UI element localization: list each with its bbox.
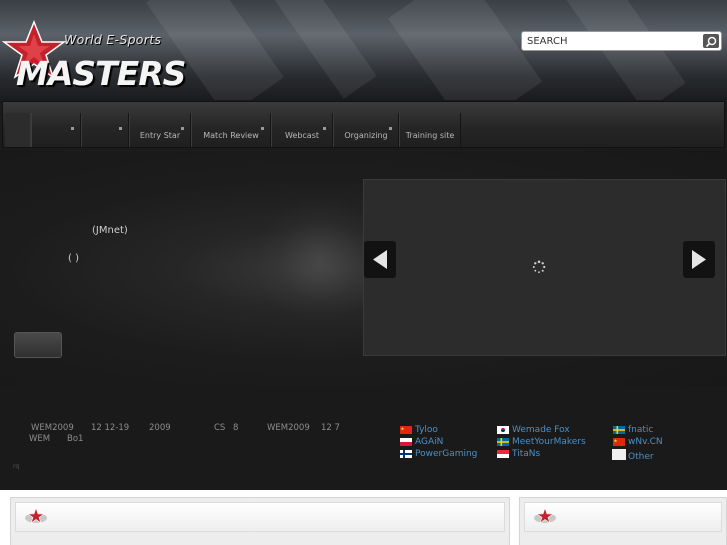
team-link-wemade-fox[interactable]: Wemade Fox — [512, 425, 570, 435]
star-logo-icon — [25, 507, 47, 524]
finland-flag-icon — [400, 450, 412, 458]
team-link-wnv-cn[interactable]: wNv.CN — [628, 437, 663, 447]
team-link-meetyourmakers[interactable]: MeetYourMakers — [512, 437, 586, 447]
news-text: WEM2009 — [31, 423, 74, 433]
blank-flag-icon — [612, 449, 626, 460]
logo-wordmark: MASTERS — [16, 54, 186, 93]
dropdown-indicator-icon — [71, 127, 74, 130]
nav-item-label: Entry Star — [139, 131, 181, 140]
loading-spinner-icon — [532, 260, 546, 274]
nav-item-label: Webcast — [284, 131, 320, 140]
arrow-right-icon — [692, 250, 706, 269]
team-link-powergaming[interactable]: PowerGaming — [415, 449, 477, 459]
nav-item-entry-star[interactable]: Entry Star — [129, 113, 191, 147]
site-header: World E-Sports MASTERS — [0, 0, 727, 100]
team-link-other[interactable]: Other — [628, 452, 654, 462]
nav-item-webcast[interactable]: Webcast — [271, 113, 333, 147]
page: World E-Sports MASTERS Entry Star — [0, 0, 727, 545]
feature-text-line1: (JMnet) — [92, 225, 128, 236]
news-text: 12 7 — [321, 423, 340, 433]
right-panel — [519, 497, 727, 545]
feature-text-line2: ( ) — [68, 253, 79, 264]
news-text: 8 — [233, 423, 239, 433]
nav-item-1[interactable] — [31, 113, 81, 147]
background-decoration — [260, 190, 380, 330]
news-text: WEM — [29, 434, 51, 444]
nav-item-organizing[interactable]: Organizing — [333, 113, 399, 147]
team-link-fnatic[interactable]: fnatic — [628, 425, 653, 435]
poland-flag-icon — [400, 438, 412, 446]
search-input[interactable] — [527, 34, 697, 49]
team-link-titans[interactable]: TitaNs — [512, 449, 540, 459]
news-text: CS — [214, 423, 226, 433]
dropdown-indicator-icon — [261, 127, 264, 130]
china-flag-icon — [400, 426, 412, 434]
news-text: WEM2009 — [267, 423, 310, 433]
nav-item-label: Match Review — [203, 131, 259, 140]
news-text: 2009 — [149, 423, 171, 433]
korea-flag-icon — [497, 426, 509, 434]
nav-item-match-review[interactable]: Match Review — [191, 113, 271, 147]
nav-item-label: Training site — [405, 131, 455, 140]
arrow-left-icon — [373, 250, 387, 269]
sweden-flag-icon — [613, 426, 625, 434]
star-logo-icon — [534, 507, 556, 524]
dropdown-indicator-icon — [119, 127, 122, 130]
slider-prev-button[interactable] — [364, 241, 396, 278]
nav-item-training-site[interactable]: Training site — [399, 113, 461, 147]
image-slider — [363, 179, 726, 356]
sweden-flag-icon — [497, 438, 509, 446]
news-footnote: rq — [13, 463, 20, 470]
dropdown-indicator-icon — [181, 127, 184, 130]
search-box — [521, 31, 722, 51]
dropdown-indicator-icon — [389, 127, 392, 130]
search-button[interactable] — [703, 34, 719, 48]
logo-tagline: World E-Sports — [64, 32, 162, 47]
search-icon — [705, 36, 717, 48]
right-panel-header — [524, 502, 722, 532]
team-link-again[interactable]: AGAiN — [415, 437, 443, 447]
feature-area: (JMnet) ( ) — [0, 150, 727, 386]
china-flag-icon — [613, 438, 625, 446]
slider-next-button[interactable] — [683, 241, 715, 278]
team-link-tyloo[interactable]: Tyloo — [415, 425, 438, 435]
singapore-flag-icon — [497, 450, 509, 458]
nav-item-2[interactable] — [81, 113, 129, 147]
nav-item-label: Organizing — [344, 131, 388, 140]
site-logo[interactable]: World E-Sports MASTERS — [2, 14, 192, 98]
news-text: Bo1 — [67, 434, 84, 444]
left-panel — [10, 497, 510, 545]
feature-more-button[interactable] — [14, 332, 62, 358]
left-panel-header — [15, 502, 505, 532]
main-nav: Entry Star Match Review Webcast Organizi… — [2, 101, 725, 148]
content-panels — [0, 490, 727, 545]
dropdown-indicator-icon — [323, 127, 326, 130]
header-decoration — [387, 0, 543, 100]
news-text: 12 12-19 — [91, 423, 130, 433]
nav-home[interactable] — [5, 113, 31, 147]
header-decoration — [263, 0, 377, 99]
